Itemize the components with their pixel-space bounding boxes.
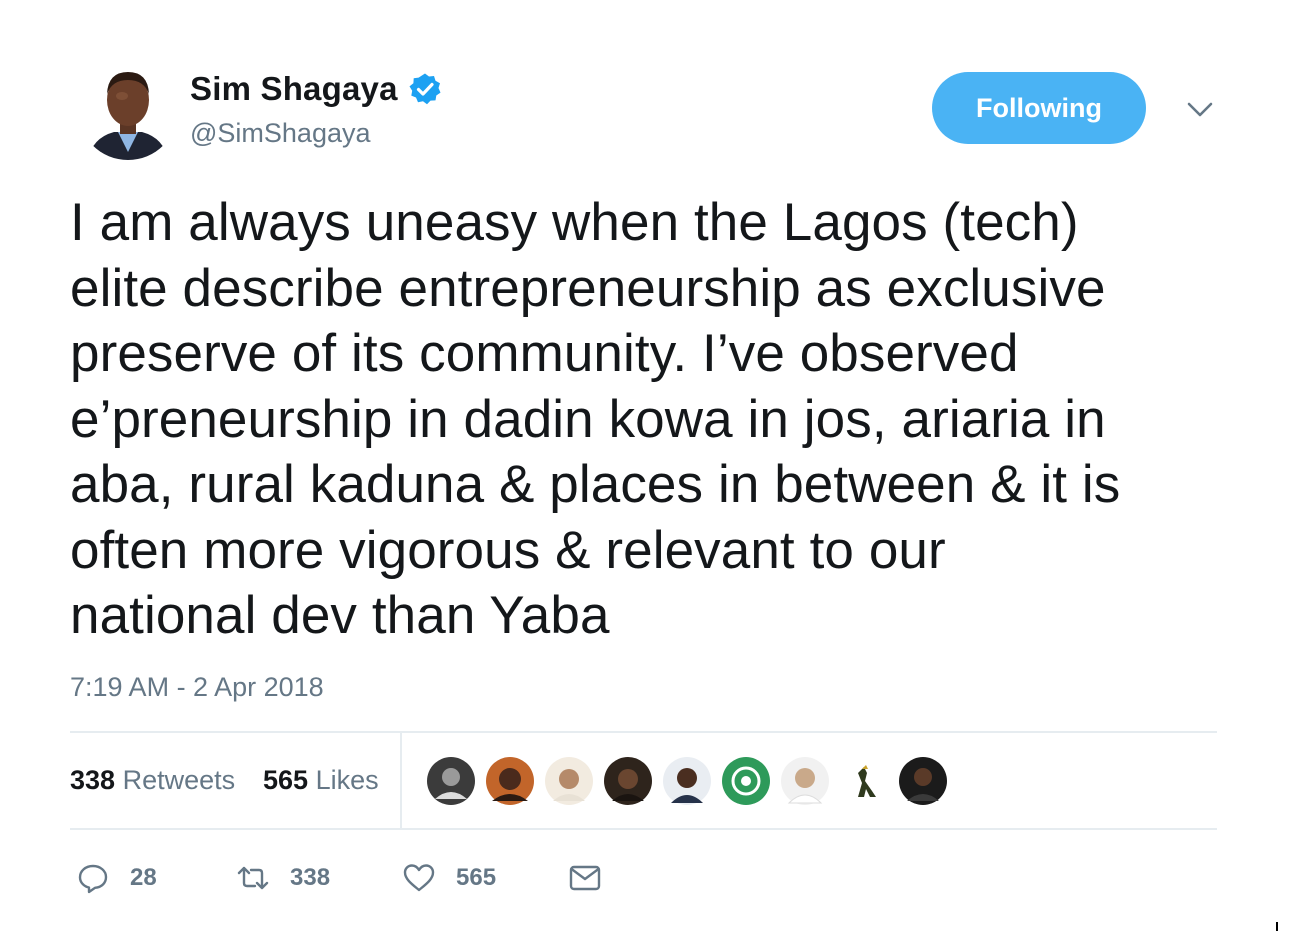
display-name[interactable]: Sim Shagaya [190, 70, 398, 108]
reply-button[interactable]: 28 [76, 861, 236, 895]
retweets-label: Retweets [122, 765, 236, 795]
heart-icon [403, 864, 435, 892]
user-name-row: Sim Shagaya [190, 68, 442, 110]
envelope-icon [569, 865, 601, 891]
liker-avatar[interactable] [663, 757, 711, 805]
chevron-down-icon[interactable] [1185, 95, 1215, 125]
tweet-timestamp[interactable]: 7:19 AM - 2 Apr 2018 [70, 672, 324, 703]
liker-avatars [427, 757, 958, 805]
liker-avatar[interactable] [722, 757, 770, 805]
tweet-text: I am always uneasy when the Lagos (tech)… [70, 193, 1121, 645]
reply-count: 28 [130, 864, 157, 891]
liker-avatar[interactable] [486, 757, 534, 805]
following-button[interactable]: Following [932, 72, 1146, 144]
tweet-actions: 28 338 565 [76, 858, 602, 898]
liker-avatar[interactable] [427, 757, 475, 805]
verified-badge-icon [408, 72, 442, 106]
liker-avatar[interactable] [545, 757, 593, 805]
like-button[interactable]: 565 [402, 861, 568, 895]
user-handle[interactable]: @SimShagaya [190, 118, 371, 149]
liker-avatar[interactable] [604, 757, 652, 805]
liker-avatar[interactable] [781, 757, 829, 805]
liker-avatar[interactable] [899, 757, 947, 805]
retweets-stat[interactable]: 338 Retweets [70, 765, 235, 796]
like-count: 565 [456, 864, 497, 891]
likes-count: 565 [263, 765, 309, 795]
retweet-icon [237, 866, 269, 890]
avatar-image [78, 60, 178, 160]
direct-message-button[interactable] [568, 861, 602, 895]
tweet-card: Sim Shagaya @SimShagaya Following I am a… [0, 0, 1307, 931]
text-cursor-mark [1276, 922, 1278, 931]
avatar[interactable] [78, 60, 178, 160]
retweet-button[interactable]: 338 [236, 861, 402, 895]
likes-label: Likes [315, 765, 379, 795]
reply-icon [78, 864, 108, 894]
liker-avatar[interactable] [840, 757, 888, 805]
tweet-stats: 338 Retweets 565 Likes [70, 733, 1217, 829]
stats-separator [400, 733, 402, 829]
likes-stat[interactable]: 565 Likes [263, 765, 379, 796]
retweets-count: 338 [70, 765, 116, 795]
retweet-count: 338 [290, 864, 331, 891]
